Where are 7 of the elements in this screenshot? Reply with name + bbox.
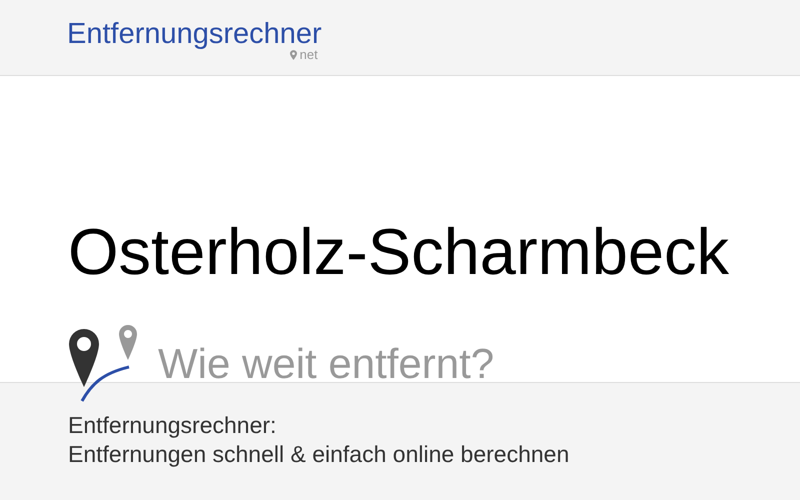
pin-icon: [290, 50, 297, 60]
logo-suffix: net: [300, 48, 318, 62]
logo-text[interactable]: Entfernungsrechner: [67, 18, 322, 50]
city-title: Osterholz-Scharmbeck: [68, 214, 730, 290]
footer-text: Entfernungen schnell & einfach online berechnen: [68, 440, 570, 469]
subtitle: Wie weit entfernt?: [158, 340, 494, 388]
footer-text: Entfernungsrechner:: [68, 411, 276, 440]
